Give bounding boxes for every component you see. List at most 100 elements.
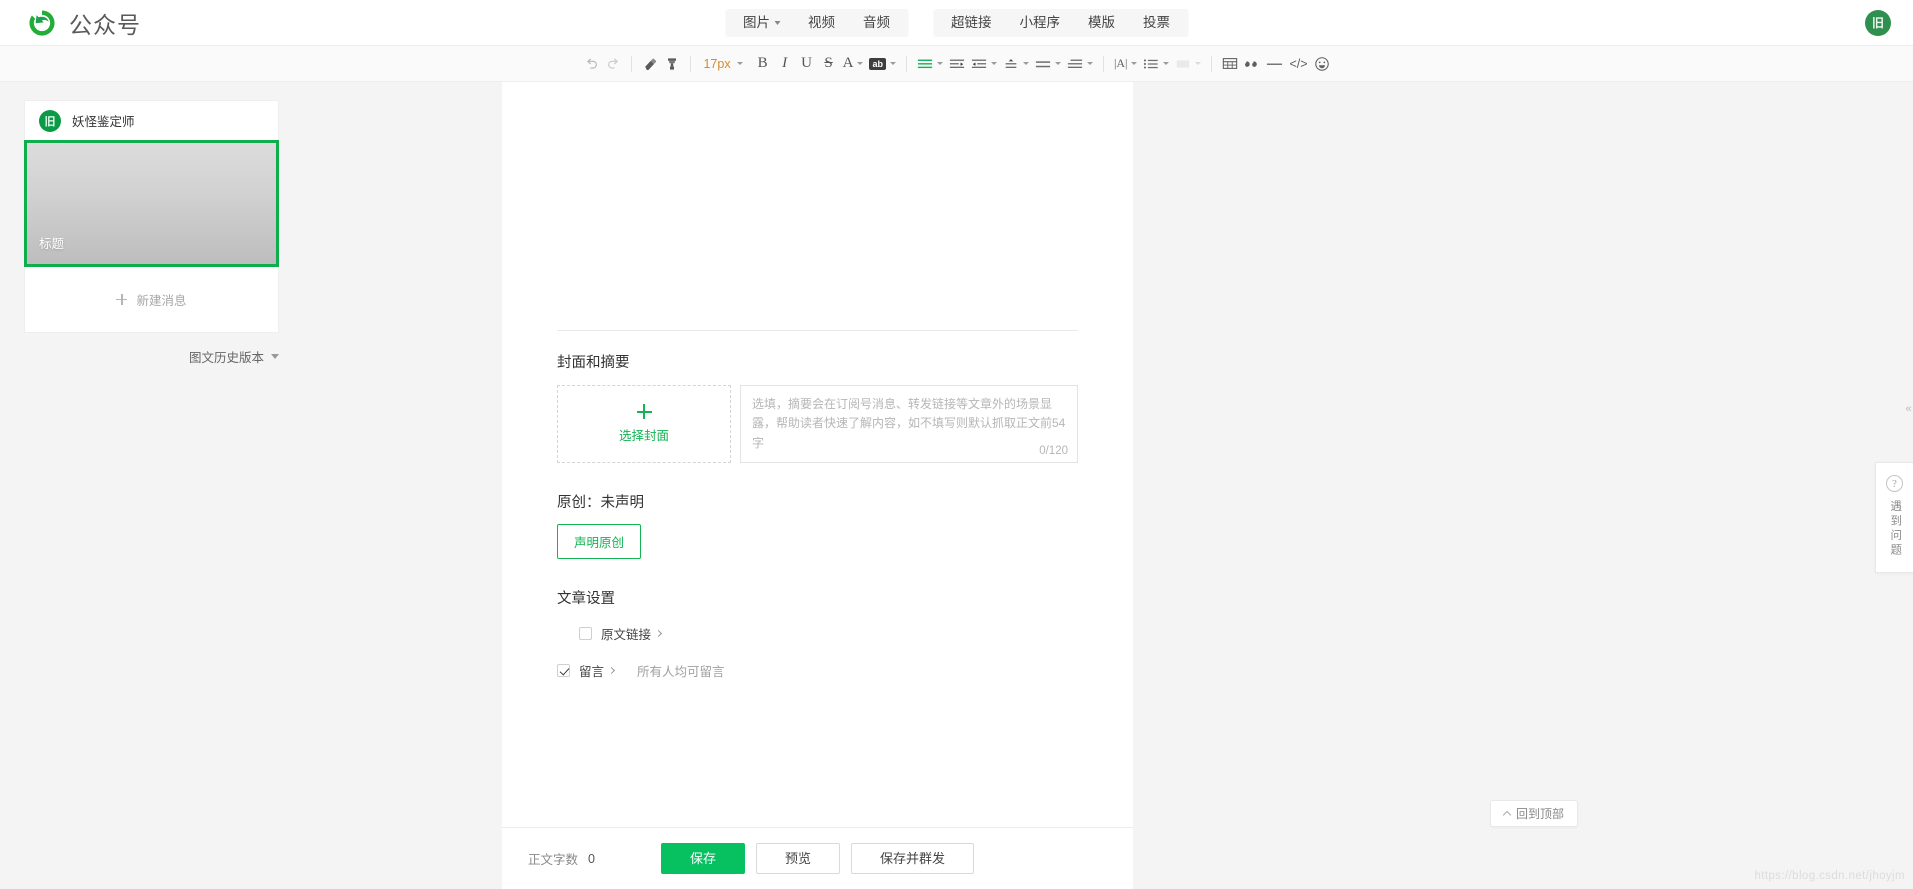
nav-item-image[interactable]: 图片	[729, 9, 794, 37]
format-painter-icon[interactable]	[661, 51, 683, 77]
indent-decrease-icon[interactable]	[968, 51, 1000, 77]
wechat-swirl-logo-icon	[27, 8, 57, 38]
text-indent-icon[interactable]	[1064, 51, 1096, 77]
section-divider	[557, 330, 1078, 331]
new-message-label: 新建消息	[136, 294, 187, 308]
user-avatar[interactable]: 旧	[1865, 9, 1891, 36]
comment-checkbox[interactable]	[557, 664, 570, 677]
select-cover-button[interactable]: 选择封面	[557, 385, 731, 463]
quote-icon[interactable]	[1241, 51, 1263, 77]
message-card-selected[interactable]: 标题	[24, 140, 279, 267]
original-link-link[interactable]: 原文链接	[601, 624, 663, 643]
redo-icon[interactable]	[602, 51, 624, 77]
save-and-send-button[interactable]: 保存并群发	[851, 843, 975, 874]
article-settings-title: 文章设置	[557, 591, 615, 607]
logo[interactable]: 公众号	[27, 6, 141, 40]
editor-scroll-area: 封面和摘要 选择封面 选填，摘要会在订阅号消息、转发链接等文章外的场景显露，帮助…	[502, 82, 1133, 827]
italic-icon[interactable]: I	[774, 51, 796, 77]
chevron-down-icon	[1131, 62, 1138, 65]
declare-original-button[interactable]: 声明原创	[557, 524, 642, 559]
original-link-label: 原文链接	[601, 628, 652, 642]
line-height-icon[interactable]	[1000, 51, 1032, 77]
preview-button[interactable]: 预览	[755, 843, 840, 874]
word-count: 正文字数 0	[528, 849, 595, 868]
table-icon[interactable]	[1219, 51, 1241, 77]
new-message-button[interactable]: 新建消息	[24, 267, 279, 333]
chevron-down-icon	[889, 62, 896, 65]
account-avatar: 旧	[39, 109, 61, 132]
editor-column: 封面和摘要 选择封面 选填，摘要会在订阅号消息、转发链接等文章外的场景显露，帮助…	[502, 82, 1133, 889]
avatar-glyph: 旧	[1871, 16, 1884, 30]
paragraph-spacing-icon[interactable]	[1032, 51, 1064, 77]
emoji-icon[interactable]	[1311, 51, 1333, 77]
back-to-top-label: 回到顶部	[1515, 807, 1564, 821]
digest-placeholder: 选填，摘要会在订阅号消息、转发链接等文章外的场景显露，帮助读者快速了解内容，如不…	[752, 397, 1066, 450]
setting-row-comment: 留言 所有人均可留言	[557, 661, 1078, 680]
chevron-down-icon	[936, 62, 943, 65]
bullet-list-icon[interactable]	[1140, 51, 1172, 77]
original-section-title: 原创：未声明	[557, 495, 644, 511]
save-button[interactable]: 保存	[660, 843, 745, 874]
clear-format-icon[interactable]	[639, 51, 661, 77]
nav-item-template[interactable]: 模版	[1074, 9, 1129, 37]
chevron-down-icon	[736, 62, 743, 65]
text-color-icon[interactable]: A	[840, 51, 867, 77]
history-versions-dropdown[interactable]: 图文历史版本	[24, 347, 279, 366]
digest-input[interactable]: 选填，摘要会在订阅号消息、转发链接等文章外的场景显露，帮助读者快速了解内容，如不…	[740, 385, 1078, 463]
watermark-text: https://blog.csdn.net/jhoyjm	[1754, 870, 1905, 882]
app-header: 公众号 图片 视频 音频 超链接 小程序 模版 投票 旧	[0, 0, 1913, 46]
chevron-right-icon	[654, 629, 663, 638]
chevron-down-icon	[1163, 62, 1170, 65]
message-title-placeholder: 标题	[39, 237, 65, 251]
chevron-down-icon	[271, 354, 279, 359]
word-count-value: 0	[588, 851, 595, 866]
nav-item-miniprogram[interactable]: 小程序	[1006, 9, 1075, 37]
logo-text: 公众号	[69, 11, 141, 38]
nav-item-video[interactable]: 视频	[794, 9, 849, 37]
chevron-down-icon	[1054, 62, 1061, 65]
account-name: 妖怪鉴定师	[72, 115, 135, 129]
toolbar-divider	[690, 55, 692, 72]
help-feedback-button[interactable]: ? 遇到问题	[1875, 462, 1913, 573]
digest-counter: 0/120	[1039, 445, 1068, 457]
toolbar-divider	[1102, 55, 1104, 72]
indent-increase-icon[interactable]	[946, 51, 968, 77]
code-icon[interactable]: </>	[1286, 51, 1310, 77]
font-size-selector[interactable]: 17px	[698, 51, 745, 77]
original-link-checkbox[interactable]	[579, 627, 592, 640]
nav-group-media: 图片 视频 音频	[725, 8, 908, 37]
chevron-up-icon	[1502, 810, 1512, 820]
undo-icon[interactable]	[580, 51, 602, 77]
font-size-value: 17px	[703, 56, 731, 71]
cover-and-digest-row: 选择封面 选填，摘要会在订阅号消息、转发链接等文章外的场景显露，帮助读者快速了解…	[557, 385, 1078, 463]
plus-icon	[636, 404, 652, 419]
highlight-color-icon[interactable]: ab	[866, 51, 899, 77]
nav-item-vote[interactable]: 投票	[1129, 9, 1184, 37]
nav-item-audio[interactable]: 音频	[849, 9, 904, 37]
help-feedback-label: 遇到问题	[1889, 500, 1902, 558]
chevron-down-icon	[1086, 62, 1093, 65]
editor-footer: 正文字数 0 保存 预览 保存并群发	[502, 827, 1133, 889]
article-body-editor[interactable]	[557, 82, 1078, 330]
horizontal-rule-icon[interactable]	[1263, 51, 1286, 77]
toolbar-divider	[905, 55, 907, 72]
editor-toolbar: 17px B I U S A ab |A| </>	[0, 46, 1913, 82]
history-versions-label: 图文历史版本	[188, 351, 264, 365]
chevron-down-icon	[774, 20, 780, 25]
account-avatar-glyph: 旧	[44, 115, 56, 128]
letter-spacing-icon[interactable]: |A|	[1111, 51, 1140, 77]
chevron-down-icon	[1022, 62, 1029, 65]
align-left-icon[interactable]	[914, 51, 946, 77]
comment-link[interactable]: 留言	[579, 661, 616, 680]
collapse-panel-toggle[interactable]: «	[1904, 392, 1913, 426]
bold-icon[interactable]: B	[752, 51, 774, 77]
select-cover-label: 选择封面	[618, 429, 669, 443]
nav-item-image-label: 图片	[743, 14, 770, 30]
underline-icon[interactable]: U	[796, 51, 818, 77]
toolbar-divider	[1211, 55, 1213, 72]
setting-row-original-link: 原文链接	[579, 624, 1078, 643]
back-to-top-button[interactable]: 回到顶部	[1489, 800, 1578, 827]
background-icon[interactable]	[1172, 51, 1204, 77]
nav-item-hyperlink[interactable]: 超链接	[937, 9, 1006, 37]
strikethrough-icon[interactable]: S	[818, 51, 840, 77]
